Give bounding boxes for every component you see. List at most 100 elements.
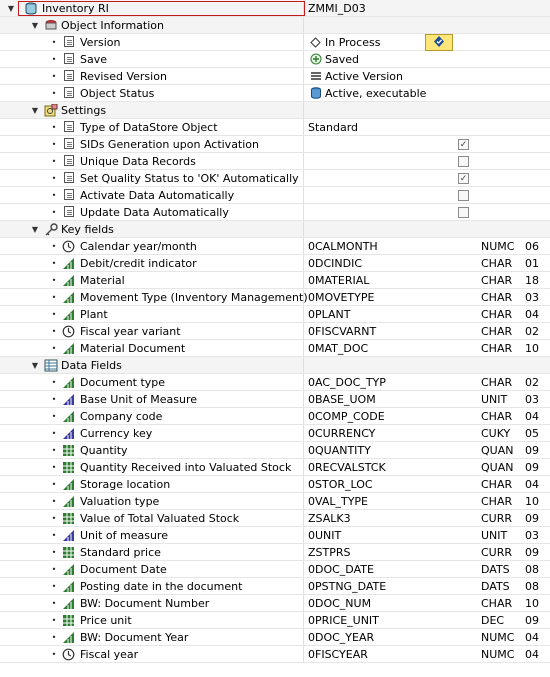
tree-item[interactable]: • Standard price ZSTPRS CURR 09 <box>0 544 550 561</box>
setting-checkbox[interactable] <box>458 207 469 218</box>
tree-item[interactable]: • Quantity 0QUANTITY QUAN 09 <box>0 442 550 459</box>
bullet-icon: • <box>51 412 57 421</box>
name-cell: • Document type <box>0 374 304 390</box>
tree-item[interactable]: • Revised Version Active Version <box>0 68 550 85</box>
bullet-icon: • <box>51 514 57 523</box>
tree-item[interactable]: • Update Data Automatically <box>0 204 550 221</box>
tree-item[interactable]: • BW: Document Number 0DOC_NUM CHAR 10 <box>0 595 550 612</box>
tree-item[interactable]: • SIDs Generation upon Activation ✓ <box>0 136 550 153</box>
key-fields-folder[interactable]: ▼ Key fields <box>0 221 550 238</box>
tree-item[interactable]: • Material Document 0MAT_DOC CHAR 10 <box>0 340 550 357</box>
item-label: Posting date in the document <box>80 580 243 593</box>
tree-item[interactable]: • Debit/credit indicator 0DCINDIC CHAR 01 <box>0 255 550 272</box>
tree-item[interactable]: • Company code 0COMP_CODE CHAR 04 <box>0 408 550 425</box>
tree-item[interactable]: • Base Unit of Measure 0BASE_UOM UNIT 03 <box>0 391 550 408</box>
field-technical-name: 0STOR_LOC <box>308 478 373 491</box>
name-cell: • BW: Document Number <box>0 595 304 611</box>
bullet-icon: • <box>51 276 57 285</box>
tree-item[interactable]: • Valuation type 0VAL_TYPE CHAR 10 <box>0 493 550 510</box>
item-label: Material <box>80 274 125 287</box>
setting-checkbox[interactable] <box>458 190 469 201</box>
collapse-arrow-icon[interactable]: ▼ <box>30 17 40 34</box>
tree-item[interactable]: • BW: Document Year 0DOC_YEAR NUMC 04 <box>0 629 550 646</box>
name-cell: • Activate Data Automatically <box>0 187 304 203</box>
field-data-type: DATS <box>481 563 510 576</box>
name-cell: • Currency key <box>0 425 304 441</box>
data-fields-folder[interactable]: ▼ Data Fields <box>0 357 550 374</box>
item-label: Save <box>80 53 108 66</box>
field-technical-name: 0DOC_NUM <box>308 597 372 610</box>
tree-item[interactable]: • Movement Type (Inventory Management) 0MO… <box>0 289 550 306</box>
bullet-icon: • <box>51 38 57 47</box>
tree-item[interactable]: • Calendar year/month 0CALMONTH NUMC 06 <box>0 238 550 255</box>
tree-item[interactable]: • Set Quality Status to 'OK' Automaticall… <box>0 170 550 187</box>
info-value: Active Version <box>325 70 403 83</box>
name-cell: • Movement Type (Inventory Management) <box>0 289 308 305</box>
field-data-type: CHAR <box>481 342 513 355</box>
setting-checkbox[interactable]: ✓ <box>458 173 469 184</box>
collapse-arrow-icon[interactable]: ▼ <box>30 221 40 238</box>
tree-item[interactable]: • Value of Total Valuated Stock ZSALK3 CURR… <box>0 510 550 527</box>
bullet-icon: • <box>51 89 57 98</box>
item-label: Material Document <box>80 342 186 355</box>
setting-checkbox[interactable] <box>458 156 469 167</box>
tree-item[interactable]: • Object Status Active, executable <box>0 85 550 102</box>
name-cell: • Plant <box>0 306 304 322</box>
tree-item[interactable]: • Type of DataStore Object Standard <box>0 119 550 136</box>
object-information-folder[interactable]: ▼ Object Information <box>0 17 550 34</box>
tree-item[interactable]: • Currency key 0CURRENCY CUKY 05 <box>0 425 550 442</box>
bullet-icon: • <box>51 429 57 438</box>
tree-item[interactable]: • Unit of measure 0UNIT UNIT 03 <box>0 527 550 544</box>
name-cell: • Update Data Automatically <box>0 204 304 220</box>
name-cell: • Material <box>0 272 304 288</box>
setting-checkbox[interactable]: ✓ <box>458 139 469 150</box>
keyfigure-icon <box>62 461 75 474</box>
folder-label: Settings <box>61 104 107 117</box>
tree-item[interactable]: • Storage location 0STOR_LOC CHAR 04 <box>0 476 550 493</box>
collapse-arrow-icon[interactable]: ▼ <box>30 357 40 374</box>
item-label: Valuation type <box>80 495 160 508</box>
tree-item[interactable]: • Version In Process <box>0 34 550 51</box>
bullet-icon: • <box>51 140 57 149</box>
item-label: Quantity <box>80 444 128 457</box>
tree-item[interactable]: • Price unit 0PRICE_UNIT DEC 09 <box>0 612 550 629</box>
tree-item[interactable]: • Fiscal year 0FISCYEAR NUMC 04 <box>0 646 550 663</box>
bullet-icon: • <box>51 395 57 404</box>
field-length: 04 <box>525 631 539 644</box>
tree-item[interactable]: • Save Saved <box>0 51 550 68</box>
tree-item[interactable]: • Document type 0AC_DOC_TYP CHAR 02 <box>0 374 550 391</box>
setting-value: Standard <box>308 121 359 134</box>
object-info-icon <box>44 19 57 32</box>
tree-item[interactable]: • Document Date 0DOC_DATE DATS 08 <box>0 561 550 578</box>
info-value: Active, executable <box>325 87 427 100</box>
tree-root[interactable]: ▼ Inventory RI ZMMI_D03 <box>0 0 550 17</box>
tree-item[interactable]: • Quantity Received into Valuated Stock 0R… <box>0 459 550 476</box>
settings-folder[interactable]: ▼ Settings <box>0 102 550 119</box>
field-length: 09 <box>525 444 539 457</box>
tree-item[interactable]: • Material 0MATERIAL CHAR 18 <box>0 272 550 289</box>
name-cell: • Fiscal year <box>0 646 304 662</box>
field-technical-name: 0DCINDIC <box>308 257 363 270</box>
tree-item[interactable]: • Activate Data Automatically <box>0 187 550 204</box>
name-cell: • Unique Data Records <box>0 153 304 169</box>
tree-item[interactable]: • Plant 0PLANT CHAR 04 <box>0 306 550 323</box>
field-length: 05 <box>525 427 539 440</box>
item-label: Unit of measure <box>80 529 168 542</box>
collapse-arrow-icon[interactable]: ▼ <box>6 0 16 17</box>
bullet-icon: • <box>51 208 57 217</box>
bullet-icon: • <box>51 259 57 268</box>
field-data-type: CHAR <box>481 274 513 287</box>
activate-button[interactable] <box>425 34 453 51</box>
document-icon <box>64 121 74 132</box>
tree-item[interactable]: • Posting date in the document 0PSTNG_DATE… <box>0 578 550 595</box>
tree-item[interactable]: • Unique Data Records <box>0 153 550 170</box>
tree-item[interactable]: • Fiscal year variant 0FISCVARNT CHAR 02 <box>0 323 550 340</box>
characteristic-icon <box>62 342 75 355</box>
collapse-arrow-icon[interactable]: ▼ <box>30 102 40 119</box>
field-length: 02 <box>525 325 539 338</box>
field-length: 04 <box>525 308 539 321</box>
unit-icon <box>62 427 75 440</box>
field-data-type: QUAN <box>481 444 514 457</box>
field-length: 03 <box>525 393 539 406</box>
bullet-icon: • <box>51 310 57 319</box>
